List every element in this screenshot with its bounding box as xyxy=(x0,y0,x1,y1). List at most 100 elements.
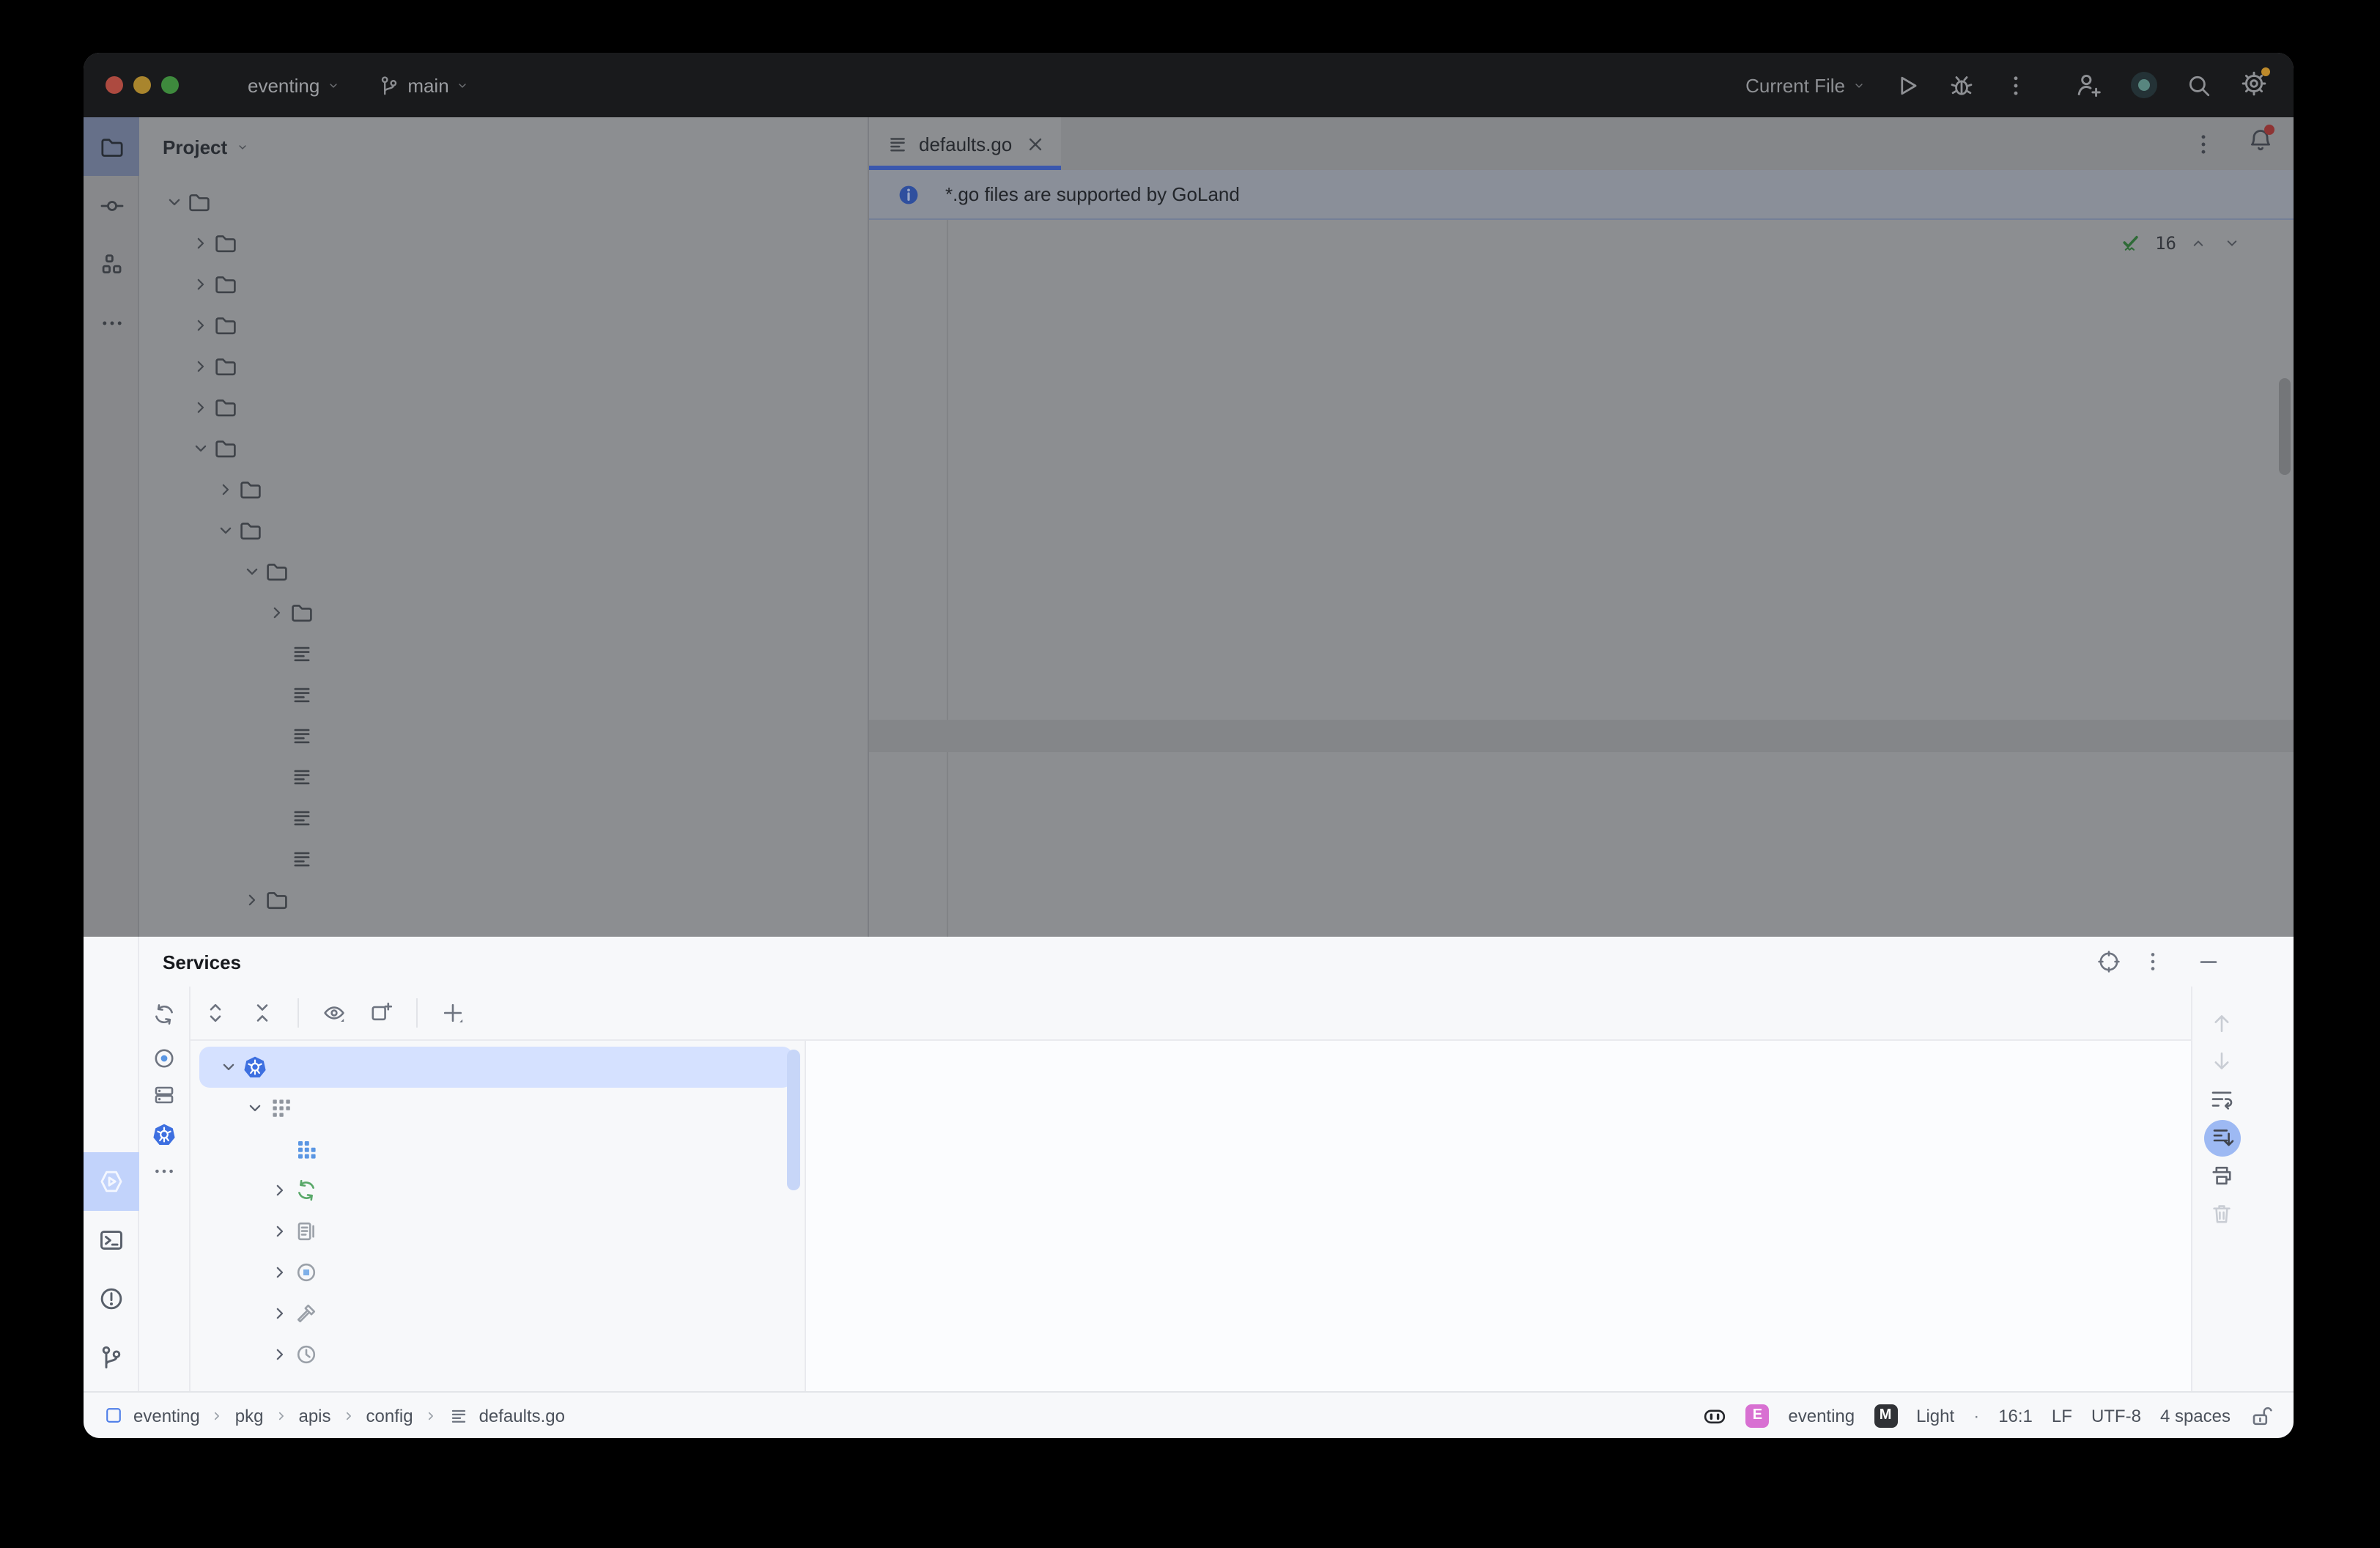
upper-region: Project defaults.go xyxy=(84,117,2294,937)
close-window-button[interactable] xyxy=(106,76,123,94)
more-icon[interactable] xyxy=(2141,950,2165,973)
toolbar-button-print[interactable] xyxy=(2210,1157,2294,1195)
commit-icon xyxy=(99,193,124,218)
unlocked-icon[interactable] xyxy=(2250,1404,2273,1427)
run-configuration-selector[interactable]: Current File xyxy=(1745,74,1866,96)
server-list-icon[interactable] xyxy=(152,1083,176,1107)
project-tree-row[interactable] xyxy=(139,387,868,428)
zoom-window-button[interactable] xyxy=(161,76,179,94)
status-project-name[interactable]: eventing xyxy=(1788,1405,1855,1426)
editor-scrollbar[interactable] xyxy=(2279,378,2291,475)
refresh-icon[interactable] xyxy=(152,1002,176,1025)
toolbar-button-scroll-to-end[interactable] xyxy=(2210,1118,2294,1157)
project-tree-row[interactable] xyxy=(139,756,868,797)
chevron-down-icon xyxy=(1852,78,1866,92)
services-tree-row[interactable] xyxy=(199,1211,793,1252)
stripe-button-version-control[interactable] xyxy=(84,1328,139,1387)
caret-position[interactable]: 16:1 xyxy=(1998,1405,2033,1426)
view-options-icon[interactable] xyxy=(322,1001,346,1025)
project-tree-row[interactable] xyxy=(139,551,868,592)
project-tree-row[interactable] xyxy=(139,715,868,756)
collapse-all-icon[interactable] xyxy=(251,1001,274,1025)
project-tree-row[interactable] xyxy=(139,674,868,715)
branch-selector[interactable]: main xyxy=(378,74,469,96)
stripe-button-services[interactable] xyxy=(84,1152,139,1211)
project-tree-row[interactable] xyxy=(139,182,868,223)
chevron-spacer xyxy=(267,767,287,787)
project-tree-row[interactable] xyxy=(139,264,868,305)
project-panel-title[interactable]: Project xyxy=(163,136,227,158)
more-icon[interactable] xyxy=(152,1160,176,1183)
services-tree-row[interactable] xyxy=(199,1252,793,1293)
debug-icon[interactable] xyxy=(1949,73,1974,97)
project-tree-row[interactable] xyxy=(139,469,868,510)
project-tree-row[interactable] xyxy=(139,346,868,387)
project-tree-row[interactable] xyxy=(139,223,868,264)
project-tree-row[interactable] xyxy=(139,592,868,633)
theme-name[interactable]: Light xyxy=(1916,1405,1954,1426)
stripe-button-more[interactable] xyxy=(84,293,139,352)
settings-button[interactable] xyxy=(2241,70,2267,100)
breadcrumb-item[interactable]: defaults.go xyxy=(479,1405,565,1426)
services-tree-row[interactable] xyxy=(199,1129,793,1170)
target-icon[interactable] xyxy=(2097,950,2121,973)
avatar[interactable] xyxy=(2131,72,2157,98)
project-tree-row[interactable] xyxy=(139,510,868,551)
services-panel-title[interactable]: Services xyxy=(163,951,241,973)
notifications-button[interactable] xyxy=(2248,128,2273,160)
open-in-new-tab-icon[interactable] xyxy=(369,1001,393,1025)
stripe-button-commit[interactable] xyxy=(84,176,139,235)
breadcrumb-item[interactable]: config xyxy=(366,1405,413,1426)
services-tree-row[interactable] xyxy=(199,1293,793,1334)
more-icon[interactable] xyxy=(2191,131,2216,156)
stripe-button-problems[interactable] xyxy=(84,1269,139,1328)
project-selector[interactable]: eventing xyxy=(248,74,340,96)
prev-problem-icon[interactable] xyxy=(2189,234,2207,251)
more-icon[interactable] xyxy=(2003,73,2028,97)
chevron-right-icon xyxy=(241,890,262,910)
project-tree-row[interactable] xyxy=(139,838,868,880)
project-tree-row[interactable] xyxy=(139,305,868,346)
hide-panel-icon[interactable] xyxy=(2197,950,2220,973)
next-problem-icon[interactable] xyxy=(2223,234,2241,251)
stripe-button-terminal[interactable] xyxy=(84,1211,139,1269)
project-tree-row[interactable] xyxy=(139,797,868,838)
add-service-icon[interactable] xyxy=(441,1001,465,1025)
add-user-icon[interactable] xyxy=(2075,72,2102,98)
toolbar-button-soft-wrap[interactable] xyxy=(2210,1080,2294,1118)
minimize-window-button[interactable] xyxy=(133,76,151,94)
services-toolbar xyxy=(191,987,2191,1041)
tab-defaults-go[interactable]: defaults.go xyxy=(869,117,1060,170)
theme-badge[interactable]: M xyxy=(1874,1404,1897,1427)
stripe-button-project-folder[interactable] xyxy=(84,117,139,176)
project-badge[interactable]: E xyxy=(1745,1404,1769,1427)
breadcrumb-item[interactable]: pkg xyxy=(235,1405,264,1426)
copilot-icon[interactable] xyxy=(1703,1404,1726,1427)
services-tree-row[interactable] xyxy=(199,1088,793,1129)
project-tree-row[interactable] xyxy=(139,428,868,469)
search-icon[interactable] xyxy=(2187,73,2211,97)
stripe-button-structure[interactable] xyxy=(84,235,139,293)
kubernetes-icon[interactable] xyxy=(152,1123,176,1146)
code-line-4 xyxy=(869,333,2294,365)
services-tree-row[interactable] xyxy=(199,1334,793,1375)
run-icon[interactable] xyxy=(1895,73,1920,97)
inspection-widget[interactable]: 16 xyxy=(2120,232,2241,254)
services-tree-scrollbar[interactable] xyxy=(787,1050,800,1190)
breadcrumb-item[interactable]: apis xyxy=(298,1405,330,1426)
line-ending[interactable]: LF xyxy=(2052,1405,2072,1426)
expand-all-icon[interactable] xyxy=(204,1001,227,1025)
project-tree-row[interactable] xyxy=(139,880,868,921)
folder-icon xyxy=(213,355,237,378)
close-icon[interactable] xyxy=(1024,133,1046,155)
file-encoding[interactable]: UTF-8 xyxy=(2091,1405,2141,1426)
code-line-5 xyxy=(869,365,2294,397)
services-tree-row[interactable] xyxy=(199,1170,793,1211)
services-tree-row[interactable] xyxy=(199,1047,793,1088)
run-dashboard-icon[interactable] xyxy=(152,1047,176,1070)
indent-style[interactable]: 4 spaces xyxy=(2160,1405,2231,1426)
project-tree-row[interactable] xyxy=(139,633,868,674)
code-editor[interactable]: 16 xyxy=(869,220,2294,937)
breadcrumb-item[interactable]: eventing xyxy=(133,1405,200,1426)
code-line-3 xyxy=(869,301,2294,333)
